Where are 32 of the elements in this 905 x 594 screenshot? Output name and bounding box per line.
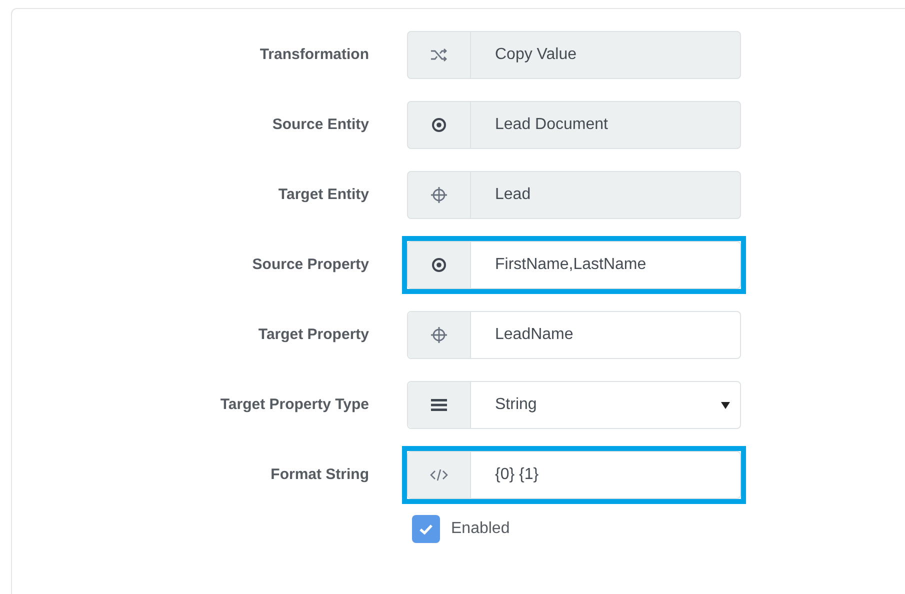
target-dot-icon: [431, 117, 447, 133]
field-value: FirstName,LastName: [495, 255, 646, 275]
caret-icon: [721, 402, 730, 408]
field-label: Target Property Type: [219, 394, 369, 415]
target-dot-icon: [431, 257, 447, 273]
input-field[interactable]: {0} {1}: [407, 451, 741, 499]
crosshair-icon: [430, 326, 448, 344]
checkbox-label: Enabled: [451, 519, 510, 539]
field-label: Target Entity: [277, 184, 369, 205]
shuffle-icon: [430, 48, 448, 62]
field-label: Target Property: [257, 324, 369, 345]
select-field[interactable]: String: [407, 381, 741, 429]
menu-icon: [431, 398, 447, 412]
input-field[interactable]: Lead Document: [407, 101, 741, 149]
field-value: LeadName: [495, 325, 574, 345]
field-label: Format String: [270, 464, 369, 485]
field-value: Lead: [495, 185, 531, 205]
field-value: Copy Value: [495, 45, 577, 65]
field-label: Transformation: [258, 44, 369, 65]
input-field[interactable]: FirstName,LastName: [407, 241, 741, 289]
input-field[interactable]: LeadName: [407, 311, 741, 359]
check-icon: [419, 524, 433, 534]
field-value: String: [495, 395, 537, 415]
field-value: {0} {1}: [495, 465, 539, 485]
field-value: Lead Document: [495, 115, 608, 135]
input-field[interactable]: Lead: [407, 171, 741, 219]
input-field[interactable]: Copy Value: [407, 31, 741, 79]
enabled-checkbox[interactable]: [412, 515, 440, 543]
field-label: Source Property: [251, 254, 369, 275]
crosshair-icon: [430, 186, 448, 204]
field-label: Source Entity: [271, 114, 369, 135]
code-icon: [429, 468, 449, 482]
